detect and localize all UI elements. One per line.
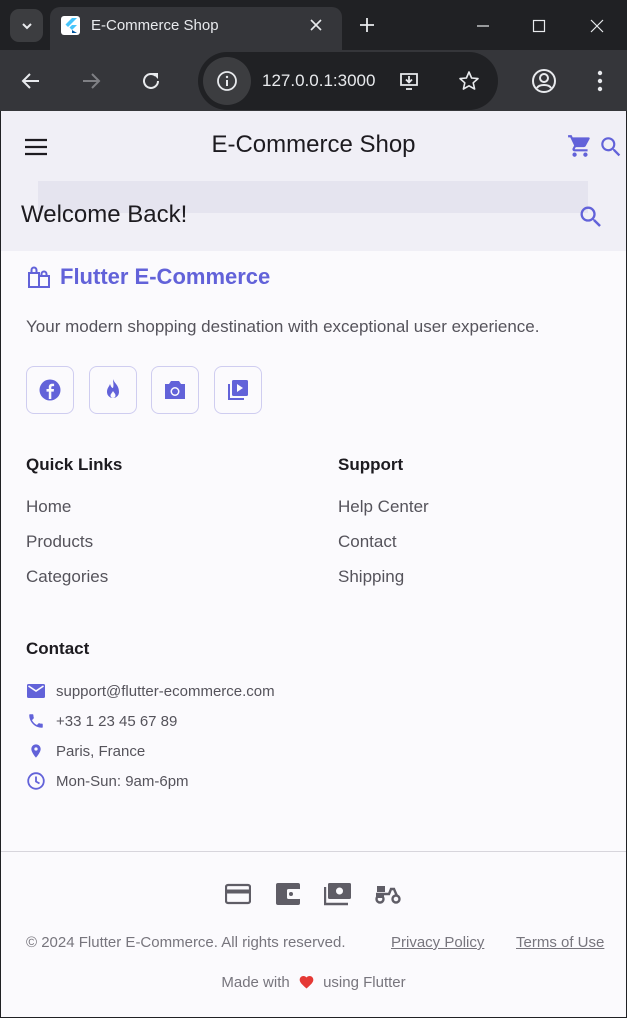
- instagram-button[interactable]: [151, 366, 199, 414]
- shopping-bags-icon: [28, 266, 50, 288]
- page-viewport: E-Commerce Shop Welcome Back! Flutter E-…: [1, 111, 626, 1017]
- credit-card-icon: [223, 879, 253, 909]
- link-shipping[interactable]: Shipping: [338, 567, 404, 587]
- contact-heading: Contact: [26, 639, 90, 658]
- cart-button[interactable]: [566, 132, 594, 160]
- profile-button[interactable]: [528, 65, 560, 97]
- account-icon: [532, 69, 556, 93]
- reload-icon: [143, 72, 159, 89]
- info-icon: [217, 71, 237, 91]
- video-library-icon: [227, 380, 248, 400]
- search-button[interactable]: [597, 133, 625, 161]
- made-with-prefix: Made with: [221, 974, 290, 991]
- made-with-text: Made with using Flutter: [1, 974, 626, 991]
- brand-name: Flutter E-Commerce: [60, 264, 271, 289]
- chevron-down-icon: [21, 22, 32, 29]
- location-icon: [26, 741, 46, 761]
- install-icon: [400, 73, 418, 90]
- tab-close-button[interactable]: [306, 15, 326, 35]
- cart-icon: [568, 135, 590, 157]
- bookmark-button[interactable]: [456, 68, 482, 94]
- made-with-suffix: using Flutter: [323, 974, 406, 991]
- star-icon: [459, 71, 479, 90]
- tab-search-button[interactable]: [10, 9, 43, 42]
- welcome-search-button[interactable]: [576, 202, 606, 232]
- install-app-button[interactable]: [396, 68, 422, 94]
- support-heading: Support: [338, 455, 404, 474]
- brand-tagline: Your modern shopping destination with ex…: [26, 317, 540, 336]
- delivery-scooter-icon: [373, 879, 403, 909]
- minimize-icon: [477, 25, 489, 27]
- contact-hours-text: Mon-Sun: 9am-6pm: [56, 772, 189, 790]
- phone-icon: [26, 711, 46, 731]
- copyright-text: © 2024 Flutter E-Commerce. All rights re…: [26, 934, 346, 951]
- contact-email-text: support@flutter-ecommerce.com: [56, 682, 275, 700]
- welcome-heading: Welcome Back!: [21, 201, 188, 228]
- privacy-policy-link[interactable]: Privacy Policy: [391, 934, 484, 951]
- browser-toolbar: 127.0.0.1:3000: [0, 50, 627, 111]
- maximize-button[interactable]: [527, 14, 551, 38]
- link-contact[interactable]: Contact: [338, 532, 397, 552]
- search-icon: [601, 137, 621, 157]
- new-tab-button[interactable]: [356, 14, 378, 36]
- url-text[interactable]: 127.0.0.1:3000: [262, 71, 375, 91]
- quick-links-heading: Quick Links: [26, 455, 123, 474]
- link-help-center[interactable]: Help Center: [338, 497, 429, 517]
- clock-icon: [26, 771, 46, 791]
- camera-icon: [165, 381, 185, 399]
- brand: Flutter E-Commerce: [26, 264, 270, 290]
- plus-icon: [360, 18, 374, 32]
- reload-button[interactable]: [135, 65, 167, 97]
- footer-divider: [1, 851, 626, 852]
- app-title: E-Commerce Shop: [211, 131, 416, 158]
- contact-phone[interactable]: +33 1 23 45 67 89: [26, 711, 177, 731]
- close-icon: [590, 19, 604, 33]
- minimize-button[interactable]: [471, 14, 495, 38]
- social-links: [26, 366, 276, 414]
- close-icon: [310, 19, 322, 31]
- tab-title: E-Commerce Shop: [91, 17, 219, 34]
- wallet-icon: [273, 879, 303, 909]
- cash-icon: [323, 879, 353, 909]
- contact-phone-text: +33 1 23 45 67 89: [56, 712, 178, 730]
- link-products[interactable]: Products: [26, 532, 93, 552]
- flutter-favicon-icon: [61, 16, 80, 35]
- link-categories[interactable]: Categories: [26, 567, 108, 587]
- trending-button[interactable]: [88, 366, 137, 414]
- arrow-left-icon: [21, 73, 39, 89]
- browser-tabstrip: E-Commerce Shop: [0, 0, 627, 50]
- browser-tab[interactable]: E-Commerce Shop: [50, 7, 342, 50]
- contact-location-text: Paris, France: [56, 742, 146, 760]
- app-bar: E-Commerce Shop Welcome Back!: [1, 111, 626, 251]
- window-close-button[interactable]: [585, 14, 609, 38]
- payment-methods: [223, 879, 423, 909]
- forward-button[interactable]: [75, 65, 107, 97]
- search-icon: [580, 206, 601, 227]
- facebook-icon: [39, 379, 61, 401]
- site-info-button[interactable]: [203, 57, 251, 105]
- terms-of-use-link[interactable]: Terms of Use: [516, 934, 604, 951]
- browser-menu-button[interactable]: [584, 65, 616, 97]
- maximize-icon: [532, 19, 546, 33]
- email-icon: [26, 681, 46, 701]
- more-vertical-icon: [597, 70, 603, 92]
- facebook-button[interactable]: [26, 366, 74, 414]
- contact-location: Paris, France: [26, 741, 145, 761]
- contact-email[interactable]: support@flutter-ecommerce.com: [26, 681, 275, 701]
- youtube-button[interactable]: [213, 366, 262, 414]
- back-button[interactable]: [15, 65, 47, 97]
- address-bar[interactable]: 127.0.0.1:3000: [198, 52, 498, 110]
- flame-icon: [106, 379, 119, 398]
- contact-hours: Mon-Sun: 9am-6pm: [26, 771, 189, 791]
- arrow-right-icon: [83, 73, 101, 89]
- heart-icon: [299, 976, 314, 989]
- link-home[interactable]: Home: [26, 497, 71, 517]
